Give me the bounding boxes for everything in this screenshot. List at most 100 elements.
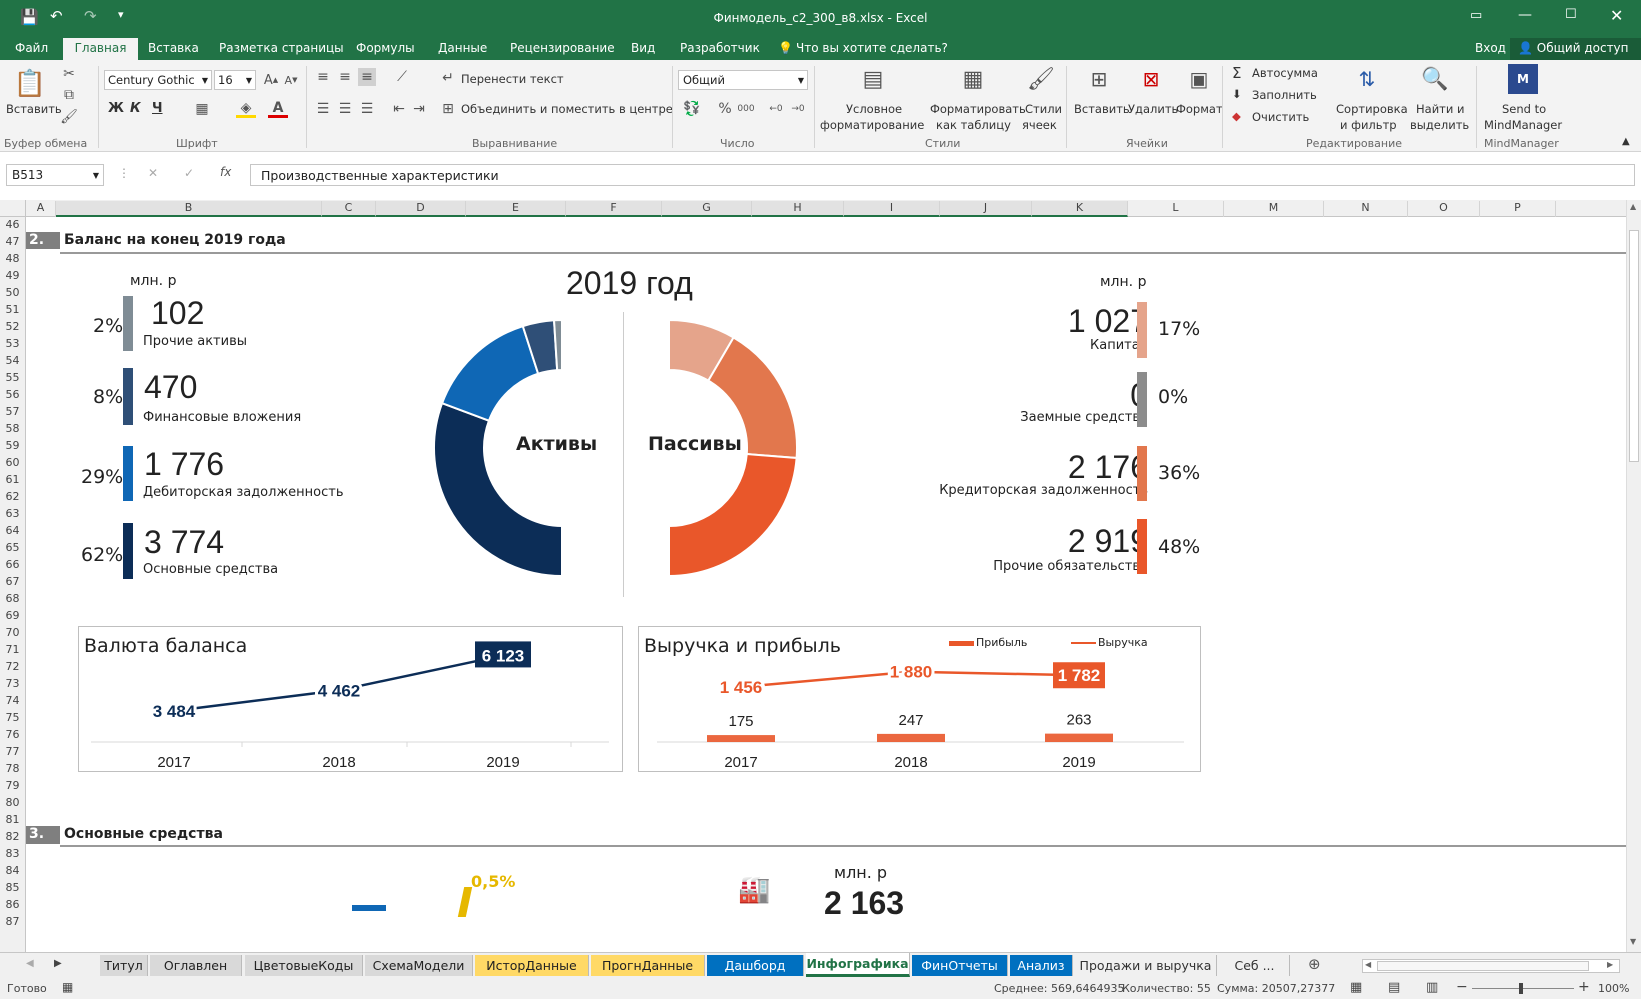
tab-scroll-right-icon[interactable]: ▶ (54, 958, 62, 969)
macro-record-icon[interactable]: ▦ (62, 980, 73, 994)
format-cells-button[interactable]: Формат (1176, 102, 1223, 116)
paste-button[interactable]: Вставить (6, 102, 62, 116)
row-header[interactable]: 84 (0, 864, 25, 881)
thousands-icon[interactable]: 000 (736, 100, 756, 118)
column-header-O[interactable]: O (1408, 201, 1480, 217)
cancel-entry-icon[interactable]: ✕ (148, 166, 158, 180)
ribbon-display-icon[interactable]: ▭ (1470, 8, 1482, 23)
cut-icon[interactable]: ✂ (60, 65, 78, 83)
tab-review[interactable]: Рецензирование (510, 41, 615, 55)
sheet-tab[interactable]: Продажи и выручка (1075, 955, 1217, 976)
column-header-N[interactable]: N (1324, 201, 1408, 217)
row-header[interactable]: 48 (0, 252, 25, 269)
row-header[interactable]: 79 (0, 779, 25, 796)
increase-font-icon[interactable]: A ▲ (262, 70, 280, 90)
row-header[interactable]: 52 (0, 320, 25, 337)
align-bottom-icon[interactable]: ≡ (358, 68, 376, 86)
tab-home[interactable]: Главная (63, 38, 138, 60)
increase-indent-icon[interactable]: ⇥ (410, 100, 428, 118)
row-header[interactable]: 77 (0, 745, 25, 762)
row-header[interactable]: 82 (0, 830, 25, 847)
zoom-slider[interactable] (1472, 983, 1574, 994)
row-header[interactable]: 70 (0, 626, 25, 643)
share-button[interactable]: 👤 Общий доступ (1510, 38, 1641, 60)
row-header[interactable]: 53 (0, 337, 25, 354)
zoom-level[interactable]: 100% (1598, 982, 1629, 995)
tab-data[interactable]: Данные (438, 41, 487, 55)
decrease-indent-icon[interactable]: ⇤ (390, 100, 408, 118)
fill-button[interactable]: Заполнить (1252, 88, 1317, 102)
column-header-B[interactable]: B (56, 201, 322, 217)
align-right-icon[interactable]: ☰ (358, 100, 376, 118)
bold-button[interactable]: Ж (108, 101, 124, 116)
clear-button[interactable]: Очистить (1252, 110, 1309, 124)
tab-page-layout[interactable]: Разметка страницы (219, 41, 344, 55)
align-left-icon[interactable]: ☰ (314, 100, 332, 118)
row-header[interactable]: 66 (0, 558, 25, 575)
row-header[interactable]: 87 (0, 915, 25, 932)
column-header-P[interactable]: P (1480, 201, 1556, 217)
font-name-select[interactable]: Century Gothic ▼ (104, 70, 212, 90)
row-header[interactable]: 55 (0, 371, 25, 388)
row-header[interactable]: 86 (0, 898, 25, 915)
balance-chart[interactable]: Валюта баланса 2017 3 484 2018 4 462 2019 6 1… (78, 626, 623, 772)
column-header-D[interactable]: D (376, 201, 466, 217)
row-header[interactable]: 73 (0, 677, 25, 694)
decrease-font-icon[interactable]: A ▼ (282, 70, 300, 90)
worksheet[interactable]: 2. Баланс на конец 2019 года 2019 год мл… (26, 217, 1626, 952)
row-header[interactable]: 58 (0, 422, 25, 439)
horizontal-scrollbar[interactable]: ◀ ▶ (1362, 959, 1620, 973)
tab-formulas[interactable]: Формулы (356, 41, 415, 55)
paste-icon[interactable]: 📋 (12, 66, 48, 102)
find-select-button[interactable]: Найти и (1416, 102, 1464, 116)
column-header-E[interactable]: E (466, 201, 566, 217)
sheet-tab[interactable]: Оглавлен (150, 955, 242, 976)
row-header[interactable]: 83 (0, 847, 25, 864)
row-header[interactable]: 80 (0, 796, 25, 813)
cell-styles-button-line2[interactable]: ячеек (1022, 118, 1057, 132)
fill-color-icon[interactable]: ◈ (236, 100, 256, 118)
column-header-A[interactable]: A (26, 201, 56, 217)
row-header[interactable]: 63 (0, 507, 25, 524)
row-header[interactable]: 68 (0, 592, 25, 609)
zoom-slider-thumb[interactable] (1519, 983, 1523, 994)
row-header[interactable]: 75 (0, 711, 25, 728)
row-header[interactable]: 60 (0, 456, 25, 473)
sort-filter-button[interactable]: Сортировка (1336, 102, 1408, 116)
conditional-format-button-line2[interactable]: форматирование (820, 118, 924, 132)
row-header[interactable]: 67 (0, 575, 25, 592)
format-as-table-button-line2[interactable]: как таблицу (936, 118, 1011, 132)
column-header-I[interactable]: I (844, 201, 940, 217)
italic-button[interactable]: К (130, 101, 141, 116)
insert-cells-button[interactable]: Вставить (1074, 102, 1130, 116)
sheet-tab[interactable]: СхемаМодели (365, 955, 473, 976)
send-to-mindmanager-button[interactable]: Send to (1502, 102, 1546, 116)
wrap-text-button[interactable]: Перенести текст (461, 72, 564, 86)
align-center-icon[interactable]: ☰ (336, 100, 354, 118)
row-header[interactable]: 50 (0, 286, 25, 303)
sheet-tab[interactable]: Инфографика (806, 953, 910, 977)
row-header[interactable]: 81 (0, 813, 25, 830)
row-header[interactable]: 54 (0, 354, 25, 371)
page-break-view-icon[interactable]: ▥ (1426, 980, 1438, 995)
zoom-out-icon[interactable]: − (1456, 979, 1468, 995)
tab-file[interactable]: Файл (15, 41, 48, 55)
zoom-in-icon[interactable]: + (1578, 979, 1590, 995)
sheet-tab[interactable]: Дашборд (707, 955, 804, 976)
row-header[interactable]: 59 (0, 439, 25, 456)
collapse-ribbon-icon[interactable]: ▲ (1622, 136, 1630, 147)
align-middle-icon[interactable]: ≡ (336, 68, 354, 86)
format-as-table-button[interactable]: Форматировать (930, 102, 1026, 116)
column-header-G[interactable]: G (662, 201, 752, 217)
row-header[interactable]: 69 (0, 609, 25, 626)
tab-developer[interactable]: Разработчик (680, 41, 760, 55)
copy-icon[interactable]: ⧉ (60, 86, 78, 104)
maximize-icon[interactable]: ☐ (1565, 7, 1577, 22)
confirm-entry-icon[interactable]: ✓ (184, 166, 194, 180)
minimize-icon[interactable]: — (1518, 7, 1532, 23)
sheet-tab[interactable]: ЦветовыеКоды (245, 955, 363, 976)
align-top-icon[interactable]: ≡ (314, 68, 332, 86)
row-header[interactable]: 65 (0, 541, 25, 558)
select-all-corner[interactable] (0, 200, 26, 217)
revenue-profit-chart[interactable]: Выручка и прибыль Прибыль Выручка 175 201… (638, 626, 1201, 772)
